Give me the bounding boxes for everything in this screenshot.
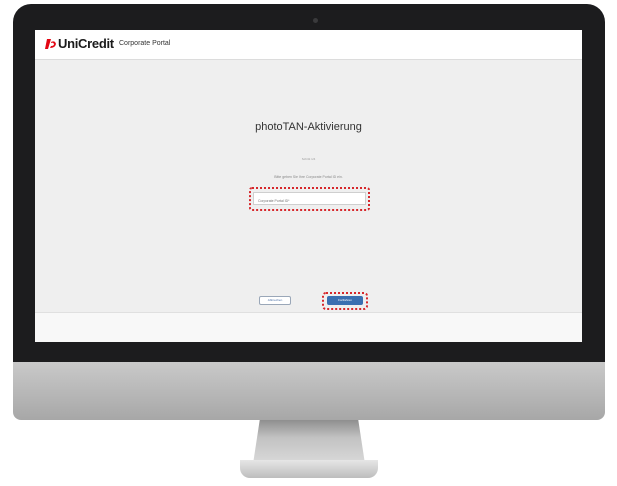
unicredit-logo[interactable]: UniCredit [45,36,114,51]
continue-button[interactable]: Fortfahren [327,296,363,305]
cancel-button[interactable]: Abbrechen [259,296,291,305]
brand-name: UniCredit [58,36,114,51]
camera-icon [313,18,318,23]
corporate-portal-id-input[interactable] [253,192,366,205]
monitor-stand-base [240,460,378,478]
main-content: photoTAN-Aktivierung Schritt 1/4 Bitte g… [35,60,582,312]
step-indicator: Schritt 1/4 [301,157,316,161]
instruction-text: Bitte geben Sie Ihre Corporate Portal ID… [274,175,343,179]
page-title: photoTAN-Aktivierung [255,121,362,133]
monitor-chin [13,362,605,420]
portal-name: Corporate Portal [119,40,171,47]
page-footer [35,312,582,342]
monitor-stand-neck [253,420,365,464]
unicredit-logo-icon [45,38,56,49]
monitor-screen: UniCredit Corporate Portal photoTAN-Akti… [35,30,582,342]
app-header: UniCredit Corporate Portal [35,30,582,60]
